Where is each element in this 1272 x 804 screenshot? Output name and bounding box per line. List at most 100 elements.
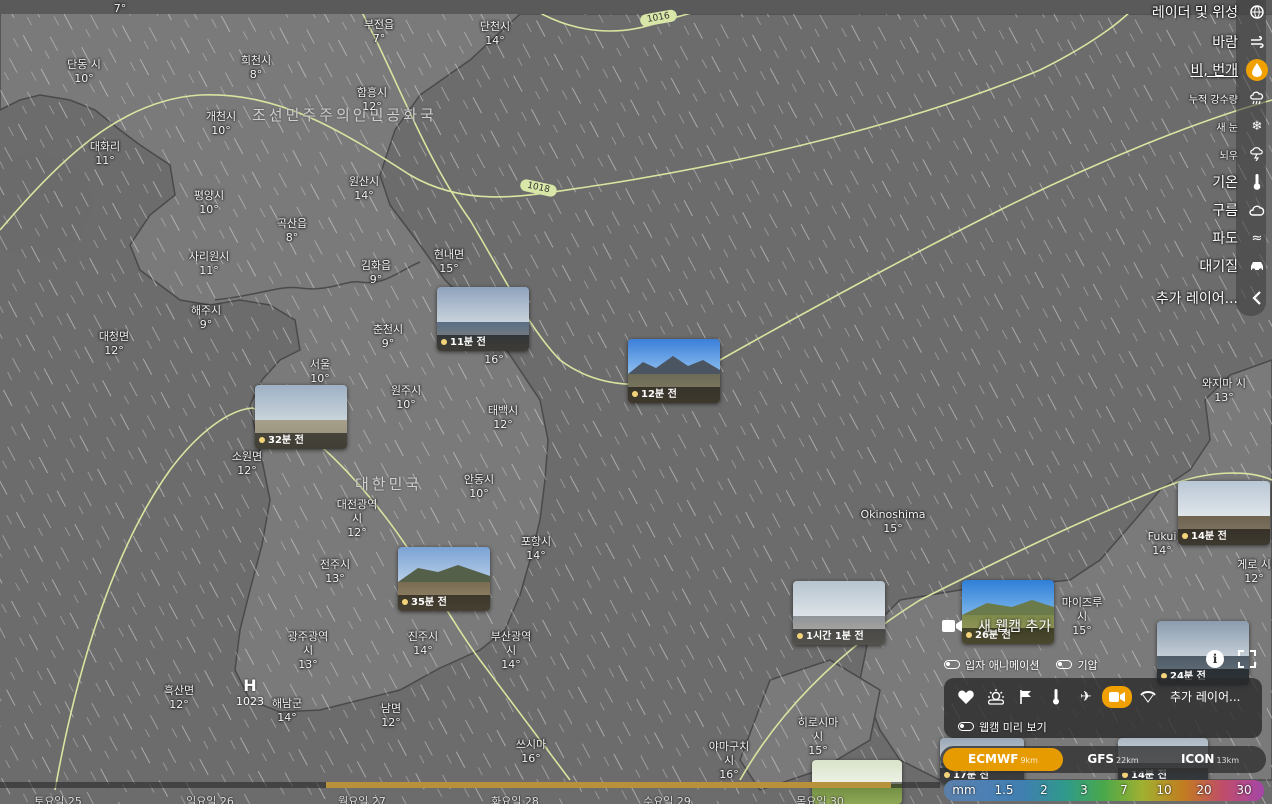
layer-item-air-quality[interactable]: 대기질: [1199, 252, 1268, 280]
webcam-thumbnail[interactable]: 1시간 1분 전: [793, 581, 885, 645]
timeline-day[interactable]: 화요일 28: [491, 793, 539, 804]
forecast-timeline[interactable]: 토요일 25 일요일 26 월요일 27 화요일 28 수요일 29 목요일 3…: [0, 782, 940, 804]
city-label: 흑산면 12°: [163, 684, 195, 711]
city-label: 대청면 12°: [98, 330, 130, 357]
city-label: 대화리 11°: [89, 140, 121, 167]
legend-tick: 3: [1080, 783, 1088, 797]
wind-icon: [1246, 31, 1268, 53]
city-label: 7°: [113, 2, 127, 15]
waves-icon: ≈: [1251, 230, 1263, 246]
layer-item-accumulated-rain[interactable]: 누적 강수량: [1189, 84, 1268, 112]
city-label: 춘천시 9°: [372, 323, 404, 350]
particle-animation-toggle[interactable]: 입자 애니메이션: [944, 657, 1039, 673]
model-selector: ECMWF 9km GFS 22km ICON 13km: [940, 746, 1266, 773]
paraglider-icon[interactable]: [1136, 686, 1160, 708]
webcam-thumbnail[interactable]: 11분 전: [437, 287, 529, 351]
city-label: 개천시 10°: [205, 110, 237, 137]
legend-tick: 20: [1196, 783, 1212, 797]
snowflake-icon: ❄: [1251, 118, 1263, 134]
city-label: Fukui 14°: [1147, 530, 1177, 557]
city-label: 원주시 10°: [390, 384, 422, 411]
city-label: 야마구치시 16°: [708, 740, 750, 781]
city-label: 쓰시마 16°: [515, 738, 547, 765]
city-label: 평양시 10°: [193, 189, 225, 216]
city-label: 단천시 14°: [479, 20, 511, 47]
city-label: 마이즈루시 15°: [1061, 596, 1103, 637]
timeline-day[interactable]: 수요일 29: [643, 793, 691, 804]
legend-tick: 10: [1156, 783, 1172, 797]
city-label: Okinoshima 15°: [860, 508, 926, 535]
precipitation-legend[interactable]: mm 1.5 2 3 7 10 20 30: [944, 780, 1264, 801]
legend-tick: 30: [1236, 783, 1252, 797]
high-pressure-marker: H 1023: [236, 676, 264, 708]
timeline-day[interactable]: 월요일 27: [338, 793, 386, 804]
layer-item-temperature[interactable]: 기온: [1212, 168, 1268, 196]
city-label: 함흥시 12°: [356, 86, 388, 113]
city-label: 소원면 12°: [231, 450, 263, 477]
layer-item-wind[interactable]: 바람: [1212, 28, 1268, 56]
city-label: 단동 시 10°: [67, 58, 101, 85]
city-label: 현내면 15°: [433, 248, 465, 275]
city-label: 안동시 10°: [463, 473, 495, 500]
city-label: 사리원시 11°: [188, 250, 230, 277]
globe-icon: [1246, 1, 1268, 23]
timeline-day[interactable]: 목요일 30: [796, 793, 844, 804]
city-label: 게로 시 12°: [1237, 558, 1271, 585]
layer-item-snow[interactable]: 새 눈 ❄: [1216, 112, 1268, 140]
webcam-preview-toggle[interactable]: 웹캠 미리 보기: [958, 716, 1059, 735]
airplane-icon[interactable]: ✈: [1074, 686, 1098, 708]
model-ecmwf-button[interactable]: ECMWF 9km: [943, 748, 1063, 771]
city-label: 해주시 9°: [190, 304, 222, 331]
timeline-day[interactable]: 일요일 26: [186, 793, 234, 804]
layer-item-more[interactable]: 추가 레이어...: [1156, 284, 1268, 312]
webcam-thumbnail[interactable]: 35분 전: [398, 547, 490, 611]
heart-icon[interactable]: [954, 686, 978, 708]
flag-icon[interactable]: [1014, 686, 1038, 708]
city-label: 원산시 14°: [348, 175, 380, 202]
webcam-thumbnail[interactable]: 32분 전: [255, 385, 347, 449]
city-label: 16°: [484, 353, 504, 366]
city-label: 와지마 시 13°: [1202, 377, 1246, 404]
city-label: 김화읍 9°: [360, 259, 392, 286]
webcam-icon[interactable]: [1102, 686, 1132, 708]
webcam-toolbar: ✈ 추가 레이어... 웹캠 미리 보기: [944, 678, 1262, 738]
city-label: 곡산읍 8°: [276, 217, 308, 244]
chevron-left-icon: [1246, 287, 1268, 309]
city-label: 광주광역시 13°: [287, 630, 329, 671]
cloud-icon: [1246, 199, 1268, 221]
thunder-icon: [1246, 143, 1268, 165]
city-label: 대전광역시 12°: [336, 498, 378, 539]
layer-item-rain[interactable]: 비, 번개: [1190, 56, 1268, 84]
webcam-thumbnail[interactable]: 14분 전: [1178, 481, 1270, 545]
info-icon[interactable]: i: [1206, 650, 1224, 668]
legend-unit: mm: [952, 783, 976, 797]
layer-item-radar[interactable]: 레이더 및 위성: [1152, 0, 1268, 26]
thermometer-icon: [1246, 171, 1268, 193]
add-webcam-button[interactable]: 새 웹캠 추가: [942, 616, 1051, 636]
city-label: 부전읍 7°: [363, 18, 395, 45]
fullscreen-icon[interactable]: [1238, 650, 1256, 672]
map-top-strip: [0, 0, 1272, 14]
layer-item-clouds[interactable]: 구름: [1212, 196, 1268, 224]
city-label: 해남군 14°: [271, 697, 303, 724]
webcam-thumbnail[interactable]: 12분 전: [628, 339, 720, 403]
city-label: 히로시마시 15°: [797, 716, 839, 757]
car-icon: [1246, 255, 1268, 277]
webcam-thumbnail[interactable]: 24분 전: [1157, 621, 1249, 685]
city-label: 서울 10°: [309, 358, 331, 385]
city-label: 진주시 14°: [407, 630, 439, 657]
layer-item-thunder[interactable]: 뇌우: [1220, 140, 1268, 168]
city-label: 태백시 12°: [487, 404, 519, 431]
city-label: 남면 12°: [380, 702, 402, 729]
raindrop-icon: [1246, 59, 1268, 81]
timeline-day[interactable]: 토요일 25: [34, 793, 82, 804]
model-icon-button[interactable]: ICON 13km: [1162, 748, 1258, 771]
layer-item-waves[interactable]: 파도 ≈: [1212, 224, 1268, 252]
weather-sun-cloud-icon[interactable]: [984, 686, 1008, 708]
legend-tick: 7: [1120, 783, 1128, 797]
pressure-toggle[interactable]: 기압: [1056, 657, 1098, 673]
rain-cloud-icon: [1246, 87, 1268, 109]
model-gfs-button[interactable]: GFS 22km: [1068, 748, 1158, 771]
more-layers-link[interactable]: 추가 레이어...: [1170, 688, 1240, 705]
thermometer-icon[interactable]: [1044, 686, 1068, 708]
